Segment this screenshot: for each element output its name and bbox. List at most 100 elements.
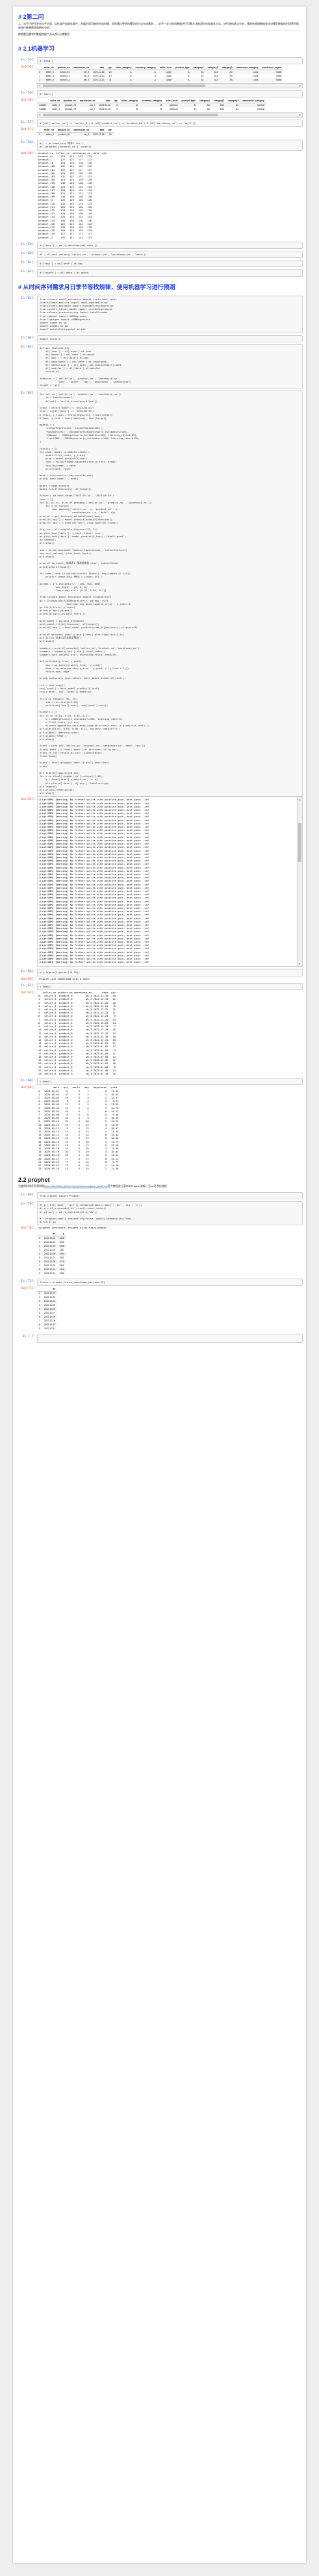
code-cell[interactable]: In [63]: from sklearn.model_selection im…: [16, 295, 303, 333]
code-editor[interactable]: for col in ['seller_no', 'product_no', '…: [37, 390, 303, 797]
code-cell[interactable]: In [64]: import sklearn: [16, 335, 303, 342]
table-cell: B4: [235, 107, 239, 110]
scroll-up-icon[interactable]: ▴: [298, 797, 302, 802]
table-cell: Large: [157, 77, 174, 82]
scroll-down-icon[interactable]: ▾: [298, 962, 302, 966]
code-editor[interactable]: x.head(): [37, 982, 303, 991]
code-cell[interactable]: In [62]: df['month'] = df['date'].dt.mon…: [16, 269, 303, 277]
code-cell[interactable]: In [69]: from prophet import Prophet: [16, 1192, 303, 1200]
table-cell: B: [160, 107, 162, 110]
code-cell[interactable]: In [71]: future = m.make_future_datafram…: [16, 1278, 303, 1332]
table-row: 2 seller_0 product_2 wh_3 2022-12-23 11 A A Larg…: [37, 77, 284, 82]
scroll-thumb[interactable]: [298, 823, 301, 863]
table-cell: product_2: [55, 77, 72, 82]
code-editor[interactable]: df['month'] = df['date'].dt.month: [37, 269, 303, 277]
code-editor[interactable]: df.tail(): [37, 90, 303, 97]
table-cell: A4: [220, 77, 235, 82]
vertical-scrollbar[interactable]: ▴ ▾: [297, 797, 302, 967]
table-cell: 2023-05-16: [99, 107, 110, 110]
table-cell: wh_3: [71, 132, 92, 137]
table-row: 9 2022-12-11: [37, 1327, 57, 1331]
output-prompt: Out[55]:: [21, 65, 35, 69]
code-cell[interactable]: In [68]: x.head() Out[68]: date qty mont…: [16, 1078, 303, 1171]
code-editor[interactable]: from sklearn.model_selection import trai…: [37, 295, 303, 333]
table-cell: 9: [39, 1327, 40, 1330]
section-text-prophet: 为使用时间序列预测提https://facebook.github.io/pro…: [18, 1184, 300, 1188]
table-cell: 2022-12-11: [44, 1271, 56, 1275]
code-editor[interactable]: future = m.make_future_dataframe(periods…: [37, 1278, 303, 1286]
text-line: product_12 141 141 141 141: [38, 235, 92, 239]
code-editor[interactable]: df.head(): [37, 57, 303, 64]
scroll-left-icon[interactable]: ◂: [38, 84, 42, 88]
code-editor[interactable]: df['date'] = pd.to_datetime(df['date']): [37, 241, 303, 249]
code-cell[interactable]: In [70]: df_p = df[['date', 'qty']].rena…: [16, 1201, 303, 1276]
table-cell: Medium: [170, 107, 178, 110]
code-editor[interactable]: x.head(): [37, 1078, 303, 1086]
code-editor[interactable]: import sklearn: [37, 335, 303, 342]
table-cell: A1: [191, 77, 206, 82]
table-row: 9 2022-12-11 1453: [37, 1271, 66, 1275]
table-cell: 2: [37, 77, 42, 82]
table-cell: wh_3: [71, 77, 92, 82]
output-text: [LightGBM] [Warning] No further splits w…: [38, 797, 302, 964]
scroll-left-icon[interactable]: ◂: [38, 113, 42, 117]
code-cell[interactable]: In [61]: df['day'] = df['date'].dt.day: [16, 260, 303, 268]
table-row: 143852 seller_9 product_78 wh_7 2023-05-16 3 B…: [37, 107, 266, 111]
code-editor[interactable]: plt.figure(figsize=(20,10)): [37, 969, 303, 976]
code-cell[interactable]: In [59]: df['date'] = pd.to_datetime(df[…: [16, 241, 303, 249]
scroll-right-icon[interactable]: ▸: [298, 84, 302, 88]
code-editor[interactable]: df[(df['seller_no'] == 'seller_0') & (df…: [37, 119, 303, 127]
output-prompt: Out[65]:: [21, 798, 35, 802]
code-cell[interactable]: In [66]: plt.figure(figsize=(20,10)) Out…: [16, 969, 303, 981]
input-prompt: In [64]:: [21, 336, 35, 340]
output-prompt: Out[68]:: [21, 1086, 35, 1090]
table-row: 0 seller_0 product_00 wh_3 2022-12-18 20: [37, 132, 114, 137]
table-cell: wh_7: [90, 107, 96, 110]
text-line: 23 seller_0 product_0 wh_3 2023-01-10 15: [38, 1071, 116, 1075]
text-line: [LightGBM] [Warning] No further splits w…: [39, 960, 149, 964]
code-editor[interactable]: df_ = pd.read_csv('附件1.csv') df_.groupby…: [37, 140, 303, 151]
input-prompt: In [70]:: [21, 1203, 35, 1206]
scroll-right-icon[interactable]: ▸: [298, 113, 302, 117]
output-text: product_no seller_no warehouse_no date q…: [37, 151, 303, 240]
output-area: seller_no product_no warehouse_no date qty 0 s…: [37, 127, 303, 138]
code-cell[interactable]: In [65]: for col in ['seller_no', 'produ…: [16, 390, 303, 967]
code-cell[interactable]: In [57]: df[(df['seller_no'] == 'seller_…: [16, 119, 303, 138]
output-prompt: Out[58]:: [21, 151, 35, 155]
output-prompt: Out[70]:: [21, 1227, 35, 1231]
table-cell: Local: [234, 77, 261, 82]
code-cell[interactable]: In [67]: x.head() Out[67]: seller_no pro…: [16, 982, 303, 1076]
horizontal-scrollbar[interactable]: ◂ ▸: [37, 112, 303, 118]
code-editor[interactable]: df = df.sort_values(['seller_no', 'produ…: [37, 251, 303, 259]
code-cell[interactable]: In [60]: df = df.sort_values(['seller_no…: [16, 251, 303, 259]
scroll-thumb[interactable]: [43, 84, 205, 87]
code-cell[interactable]: In [56]: df.tail() Out[56]: seller_no pro…: [16, 90, 303, 118]
code-editor[interactable]: from prophet import Prophet: [37, 1192, 303, 1200]
text-line: target = 'qty': [40, 383, 61, 387]
table-cell: A: [113, 77, 134, 82]
table-cell: B1: [207, 107, 211, 110]
scrollable-output[interactable]: [LightGBM] [Warning] No further splits w…: [37, 797, 303, 967]
input-prompt: In [68]:: [21, 1079, 35, 1083]
input-prompt: In [60]:: [21, 252, 35, 255]
section-heading-prophet: 2.2 prophet: [18, 1177, 50, 1184]
section-heading-ml-sub: # 从时间序列需求月日季节等找规律，使用机器学习进行预测: [18, 283, 175, 290]
code-editor[interactable]: df_p = df[['date', 'qty']].rename(column…: [37, 1201, 303, 1226]
scroll-thumb[interactable]: [43, 113, 218, 116]
code-cell[interactable]: In [ ]:: [16, 1333, 303, 1343]
code-cell[interactable]: In [58]: df_ = pd.read_csv('附件1.csv') df…: [16, 140, 303, 240]
code-editor[interactable]: def get_features(df): df['year'] = df['d…: [37, 344, 303, 389]
code-editor[interactable]: df['day'] = df['date'].dt.day: [37, 260, 303, 268]
markdown-cell-ml-sub: # 从时间序列需求月日季节等找规律，使用机器学习进行预测: [16, 279, 303, 294]
code-cell[interactable]: In [65]: def get_features(df): df['year'…: [16, 344, 303, 389]
table-cell: B: [136, 107, 138, 110]
output-text: <Figure size 2000x1000 with 0 Axes>: [38, 976, 91, 980]
output-prompt: Out[66]:: [21, 977, 35, 981]
code-cell[interactable]: In [55]: df.head() Out[55]: seller_no pro…: [16, 57, 303, 88]
input-prompt: In [61]:: [21, 261, 35, 265]
prophet-text-suffix: 官方教程进行基本的Prophet流程，见sci可视化流程: [107, 1184, 167, 1188]
horizontal-scrollbar[interactable]: ◂ ▸: [37, 83, 303, 88]
prophet-docs-link[interactable]: https://facebook.github.io/prophet/docs/…: [44, 1184, 108, 1188]
code-editor[interactable]: [37, 1333, 303, 1343]
output-prompt: Out[67]:: [21, 991, 35, 995]
